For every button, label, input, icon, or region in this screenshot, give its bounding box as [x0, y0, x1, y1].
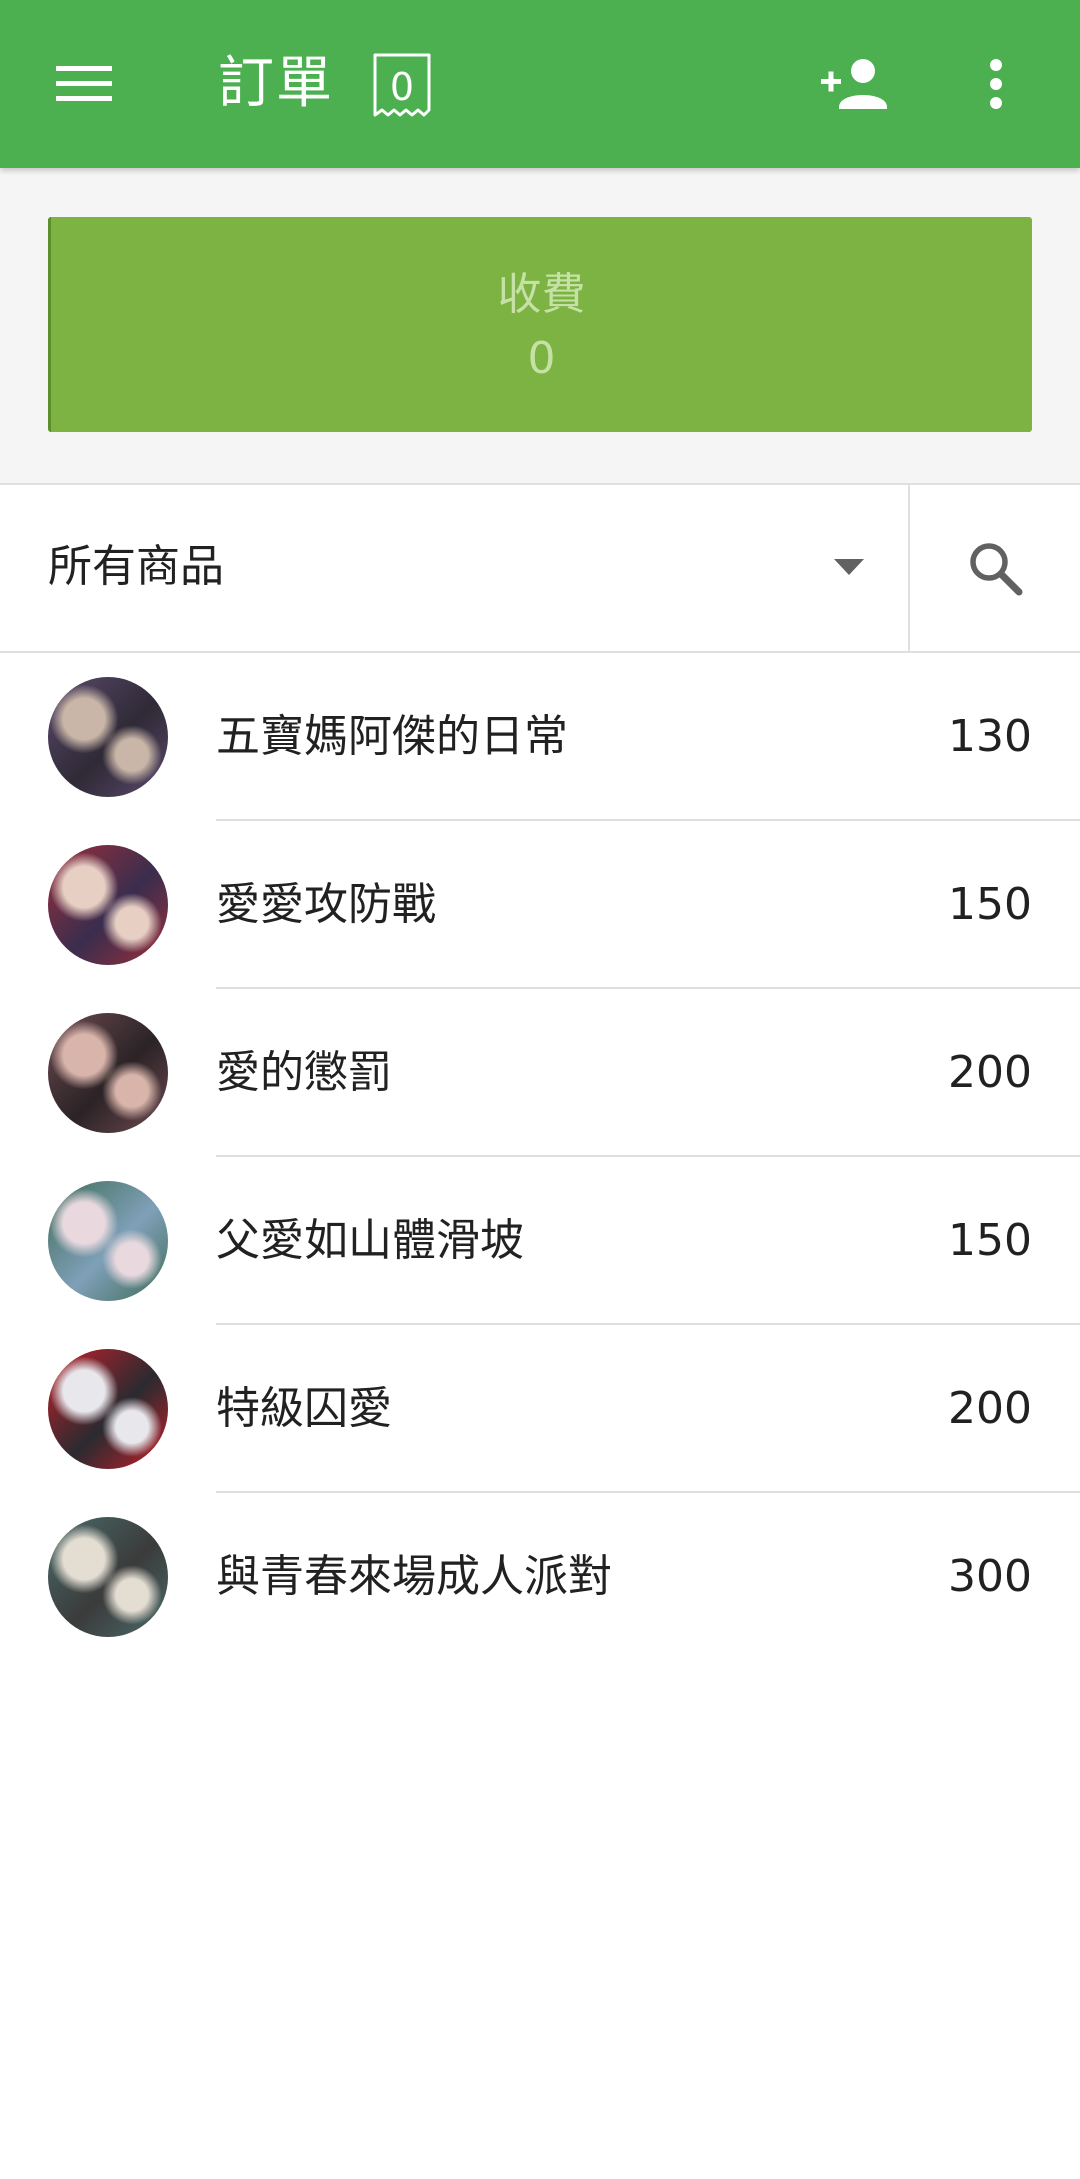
filter-bar: 所有商品	[0, 483, 1080, 653]
product-row[interactable]: 愛愛攻防戰 150	[0, 821, 1080, 989]
add-user-icon[interactable]	[810, 44, 900, 124]
product-price: 130	[948, 711, 1032, 762]
charge-amount: 0	[527, 333, 556, 384]
product-name: 特級囚愛	[216, 1383, 392, 1434]
product-thumbnail	[48, 1349, 168, 1469]
search-icon	[970, 543, 1023, 596]
product-price: 150	[948, 879, 1032, 930]
product-row[interactable]: 五寶媽阿傑的日常 130	[0, 653, 1080, 821]
category-dropdown[interactable]: 所有商品	[0, 485, 908, 651]
product-list: 五寶媽阿傑的日常 130 愛愛攻防戰 150 愛的懲罰 200 父愛如山體滑坡 …	[0, 653, 1080, 1661]
dropdown-arrow-icon	[834, 559, 864, 575]
product-row[interactable]: 父愛如山體滑坡 150	[0, 1157, 1080, 1325]
app-root: 訂單 0 收費 0 所有商品 五寶媽阿傑的日常 130 愛愛攻防戰 150 愛的…	[0, 0, 1080, 2179]
product-name: 五寶媽阿傑的日常	[216, 711, 568, 762]
product-name: 愛愛攻防戰	[216, 879, 436, 930]
product-row[interactable]: 與青春來場成人派對 300	[0, 1493, 1080, 1661]
product-price: 150	[948, 1215, 1032, 1266]
product-name: 與青春來場成人派對	[216, 1551, 612, 1602]
product-row[interactable]: 愛的懲罰 200	[0, 989, 1080, 1157]
product-thumbnail	[48, 1013, 168, 1133]
product-thumbnail	[48, 677, 168, 797]
charge-label: 收費	[497, 269, 586, 320]
more-vert-icon[interactable]	[956, 44, 1036, 124]
category-label: 所有商品	[48, 541, 224, 592]
product-thumbnail	[48, 1181, 168, 1301]
product-price: 300	[948, 1551, 1032, 1602]
product-name: 父愛如山體滑坡	[216, 1215, 524, 1266]
product-price: 200	[948, 1383, 1032, 1434]
charge-button[interactable]: 收費 0	[48, 217, 1032, 432]
ticket-count: 0	[389, 65, 415, 109]
page-title: 訂單	[218, 51, 334, 116]
product-thumbnail	[48, 845, 168, 965]
ticket-icon[interactable]: 0	[372, 52, 432, 118]
product-row[interactable]: 特級囚愛 200	[0, 1325, 1080, 1493]
charge-area: 收費 0	[0, 168, 1080, 483]
product-thumbnail	[48, 1517, 168, 1637]
product-price: 200	[948, 1047, 1032, 1098]
search-button[interactable]	[910, 485, 1080, 651]
menu-icon[interactable]	[44, 44, 124, 124]
app-bar: 訂單 0	[0, 0, 1080, 168]
product-name: 愛的懲罰	[216, 1047, 392, 1098]
